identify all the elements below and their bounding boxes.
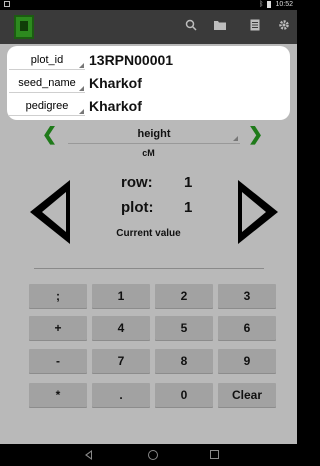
key-7[interactable]: 7 <box>92 349 150 373</box>
info-value: Kharkof <box>89 75 142 91</box>
battery-icon <box>267 1 272 8</box>
collect-panel: plot_id 13RPN00001 seed_name Kharkof ped… <box>0 44 297 444</box>
row-label: row: <box>121 174 153 191</box>
key-6[interactable]: 6 <box>218 316 276 340</box>
key-8[interactable]: 8 <box>155 349 213 373</box>
key-2[interactable]: 2 <box>155 284 213 308</box>
notification-icon <box>4 1 10 7</box>
bluetooth-icon: ᛒ <box>259 1 264 8</box>
key-4[interactable]: 4 <box>92 316 150 340</box>
value-input[interactable] <box>34 249 264 269</box>
info-row-plot-id: plot_id 13RPN00001 <box>9 49 289 71</box>
previous-trait-icon[interactable]: ❮ <box>42 124 57 145</box>
key-decimal[interactable]: . <box>92 383 150 407</box>
key-5[interactable]: 5 <box>155 316 213 340</box>
row-value: 1 <box>184 174 193 191</box>
key-0[interactable]: 0 <box>155 383 213 407</box>
plot-value: 1 <box>184 199 193 216</box>
search-icon[interactable] <box>183 19 199 35</box>
status-bar: ᛒ 10:52 <box>0 0 297 10</box>
info-label-dropdown[interactable]: pedigree <box>9 96 85 116</box>
current-value-label: Current value <box>116 228 181 239</box>
info-value: Kharkof <box>89 98 142 114</box>
trait-unit: cM <box>142 148 155 158</box>
trait-dropdown[interactable]: height <box>68 126 240 144</box>
info-value: 13RPN00001 <box>89 52 174 68</box>
next-trait-icon[interactable]: ❯ <box>248 124 263 145</box>
settings-icon[interactable] <box>276 19 292 35</box>
key-plus[interactable]: + <box>29 316 87 340</box>
recent-apps-icon[interactable] <box>210 450 219 459</box>
key-3[interactable]: 3 <box>218 284 276 308</box>
key-1[interactable]: 1 <box>92 284 150 308</box>
app-logo-icon[interactable] <box>14 15 34 39</box>
key-minus[interactable]: - <box>29 349 87 373</box>
list-icon[interactable] <box>247 19 263 35</box>
key-multiply[interactable]: * <box>29 383 87 407</box>
plot-label: plot: <box>121 199 154 216</box>
info-label-dropdown[interactable]: seed_name <box>9 73 85 93</box>
folder-icon[interactable] <box>212 19 228 35</box>
info-row-seed-name: seed_name Kharkof <box>9 72 289 94</box>
plot-info-card: plot_id 13RPN00001 seed_name Kharkof ped… <box>7 46 290 120</box>
info-label-dropdown[interactable]: plot_id <box>9 50 85 70</box>
clear-button[interactable]: Clear <box>218 383 276 407</box>
home-icon[interactable] <box>148 450 158 460</box>
key-semicolon[interactable]: ; <box>29 284 87 308</box>
navigation-bar <box>0 444 297 466</box>
key-9[interactable]: 9 <box>218 349 276 373</box>
info-row-pedigree: pedigree Kharkof <box>9 95 289 117</box>
back-icon[interactable] <box>85 450 92 460</box>
status-time: 10:52 <box>275 1 293 8</box>
action-bar <box>0 10 297 44</box>
